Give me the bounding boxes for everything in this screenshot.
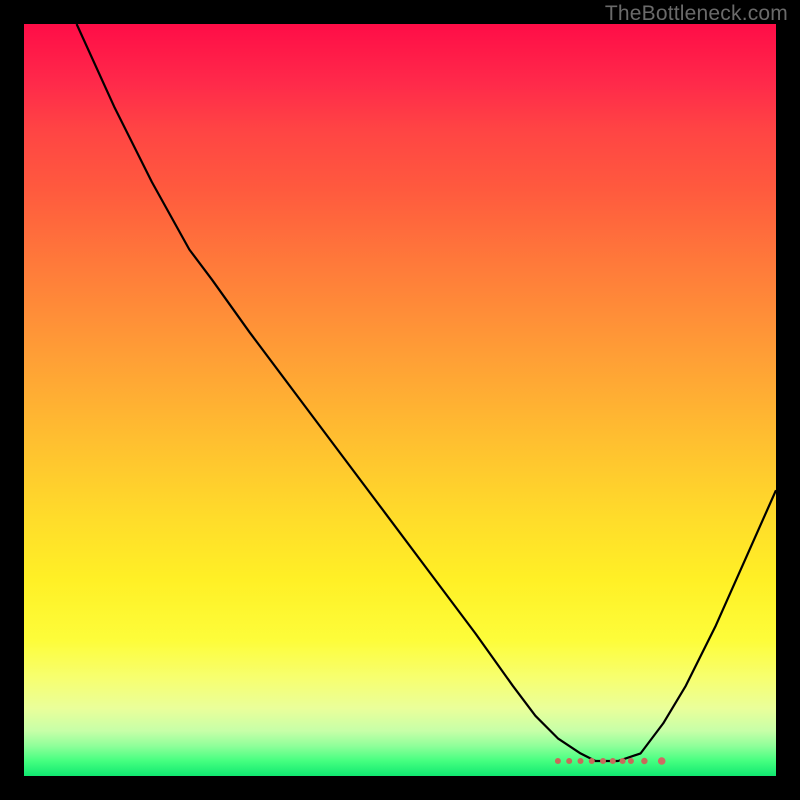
chart-svg bbox=[24, 24, 776, 776]
marker-dot bbox=[620, 758, 626, 764]
marker-dot bbox=[628, 758, 634, 764]
marker-dot bbox=[555, 758, 561, 764]
marker-cluster bbox=[555, 757, 666, 765]
marker-dot bbox=[578, 758, 584, 764]
chart-frame: TheBottleneck.com bbox=[0, 0, 800, 800]
marker-dot bbox=[641, 758, 647, 764]
marker-dot bbox=[610, 758, 616, 764]
bottleneck-curve-line bbox=[77, 24, 776, 761]
marker-dot bbox=[566, 758, 572, 764]
marker-dot bbox=[658, 757, 666, 765]
plot-area bbox=[24, 24, 776, 776]
marker-dot bbox=[600, 758, 606, 764]
marker-dot bbox=[589, 758, 595, 764]
watermark-text: TheBottleneck.com bbox=[605, 2, 788, 26]
